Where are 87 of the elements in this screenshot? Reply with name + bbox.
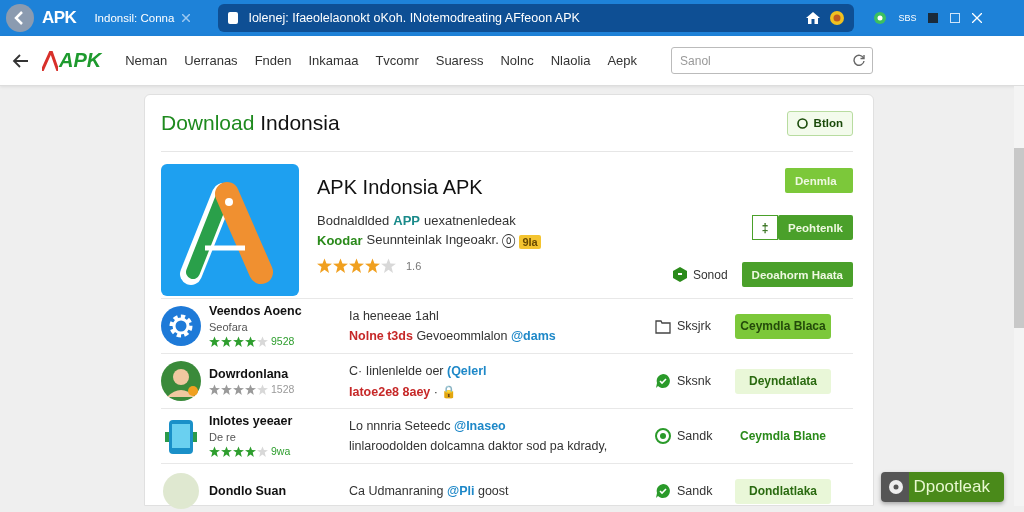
nav-link[interactable]: Uerranas xyxy=(184,53,238,68)
action-link[interactable]: Sandk xyxy=(677,429,713,443)
app-description: Ca Udmanraning @Pli goost xyxy=(349,484,510,498)
close-icon[interactable] xyxy=(182,14,191,22)
star-icon xyxy=(221,383,232,395)
app-title: APK Indonsia APK xyxy=(317,176,484,199)
profile-icon[interactable] xyxy=(874,12,887,24)
sound-label: Sonod xyxy=(692,267,728,282)
nav-link[interactable]: Inkamaa xyxy=(308,53,359,68)
star-icon xyxy=(381,258,396,273)
check-bubble-icon xyxy=(655,373,671,389)
logo-mark-icon xyxy=(42,50,58,71)
star-icon xyxy=(245,446,256,457)
nav-link[interactable]: Nlaolia xyxy=(550,53,591,68)
rating-value: 1.6 xyxy=(406,259,422,272)
download-button[interactable]: Ceymdla Blaca xyxy=(735,313,831,339)
app-subtitle: De re xyxy=(209,430,237,444)
scrollbar[interactable] xyxy=(1014,86,1024,506)
rating-value: 1528 xyxy=(271,383,295,396)
minimize-icon[interactable] xyxy=(928,13,939,23)
rating-value: 9528 xyxy=(271,335,295,348)
nav-link[interactable]: Neman xyxy=(125,53,168,68)
star-icon xyxy=(349,258,364,273)
gear-icon xyxy=(161,306,201,346)
nav-link[interactable]: Nolnc xyxy=(500,53,534,68)
app-details: linlaroodolden dolcamna daktor sod pa kdrady, xyxy=(349,439,609,453)
filter-button[interactable]: Btlon xyxy=(786,110,853,136)
back-button[interactable] xyxy=(6,4,34,32)
address-bar[interactable]: Iolenej: Ifaeolelaonokt oKoh. INotemodreating AFfeoon APK xyxy=(218,4,855,32)
download-button[interactable]: Ceymdla Blane xyxy=(735,423,831,449)
star-icon xyxy=(221,446,232,457)
app-name[interactable]: Veendos Aoenc xyxy=(209,304,341,319)
app-details: Iatoe2e8 8aey · 🔒 xyxy=(349,383,459,399)
maximize-icon[interactable] xyxy=(950,13,961,23)
avatar-icon xyxy=(161,361,201,401)
action-link[interactable]: Sandk xyxy=(677,484,713,498)
page-icon xyxy=(228,12,239,24)
app-subtitle: Seofara xyxy=(209,320,249,334)
rating-value: 9wa xyxy=(271,445,291,458)
search-field[interactable]: Sanol xyxy=(671,47,874,74)
check-bubble-icon xyxy=(655,483,671,499)
star-icon xyxy=(257,446,268,457)
action-link[interactable]: Sksnk xyxy=(677,374,712,388)
star-icon xyxy=(257,383,268,395)
refresh-icon[interactable] xyxy=(853,54,866,66)
star-icon xyxy=(257,336,268,347)
app-details: Koodar Seunnteinlak Ingeoakr. 🄋 xyxy=(317,232,516,248)
circle-icon xyxy=(796,117,808,129)
nav-link[interactable]: Suaress xyxy=(435,53,484,68)
download-button[interactable]: Dondlatlaka xyxy=(735,478,831,504)
app-description: C· Iinlenlelde oer (Qelerl xyxy=(349,363,488,378)
browser-logo: APK xyxy=(42,8,77,28)
app-details: Nolne t3ds Gevoeommlalon @dams xyxy=(349,329,557,343)
folder-icon xyxy=(655,318,671,334)
app-description: Bodnaldlded APP uexatnenledeak xyxy=(317,213,517,228)
version-badge: 9Ia xyxy=(519,235,541,249)
app-name[interactable]: Dowrdonlana xyxy=(209,366,341,382)
star-icon xyxy=(233,336,244,347)
app-name[interactable]: Dondlo Suan xyxy=(209,483,341,499)
page-title: Download Indonsia xyxy=(161,111,340,135)
back-arrow-icon[interactable] xyxy=(12,53,28,68)
nav-link[interactable]: Fnden xyxy=(254,53,292,68)
star-icon xyxy=(317,258,332,273)
app-name[interactable]: Inlotes yeeaer xyxy=(209,414,341,429)
nav-link[interactable]: Tvcomr xyxy=(375,53,419,68)
shield-icon xyxy=(672,267,687,282)
app-description: Lo nnnria Seteedc @lnaseo xyxy=(349,419,507,433)
star-icon xyxy=(245,383,256,395)
download-button[interactable]: Deyndatlata xyxy=(735,368,831,394)
star-icon xyxy=(365,258,380,273)
app-description: Ia heneeae 1ahl xyxy=(349,309,440,323)
option-button[interactable]: ‡ xyxy=(752,215,779,240)
star-icon xyxy=(221,336,232,347)
star-icon xyxy=(233,446,244,457)
star-icon xyxy=(233,383,244,395)
app-logo-icon xyxy=(161,164,299,296)
action-link[interactable]: Sksjrk xyxy=(677,319,712,333)
app-icon xyxy=(161,471,201,511)
star-icon xyxy=(245,336,256,347)
home-icon[interactable] xyxy=(806,12,821,24)
site-logo[interactable]: APK xyxy=(59,49,102,72)
download-button[interactable]: Dpootleak xyxy=(881,472,1004,502)
profile-label[interactable]: SBS xyxy=(898,13,917,23)
nav-link[interactable]: Aepk xyxy=(607,53,638,68)
star-icon xyxy=(333,258,348,273)
extension-icon[interactable] xyxy=(830,11,845,25)
tab-title[interactable]: Indonsil: Conna xyxy=(94,12,175,24)
